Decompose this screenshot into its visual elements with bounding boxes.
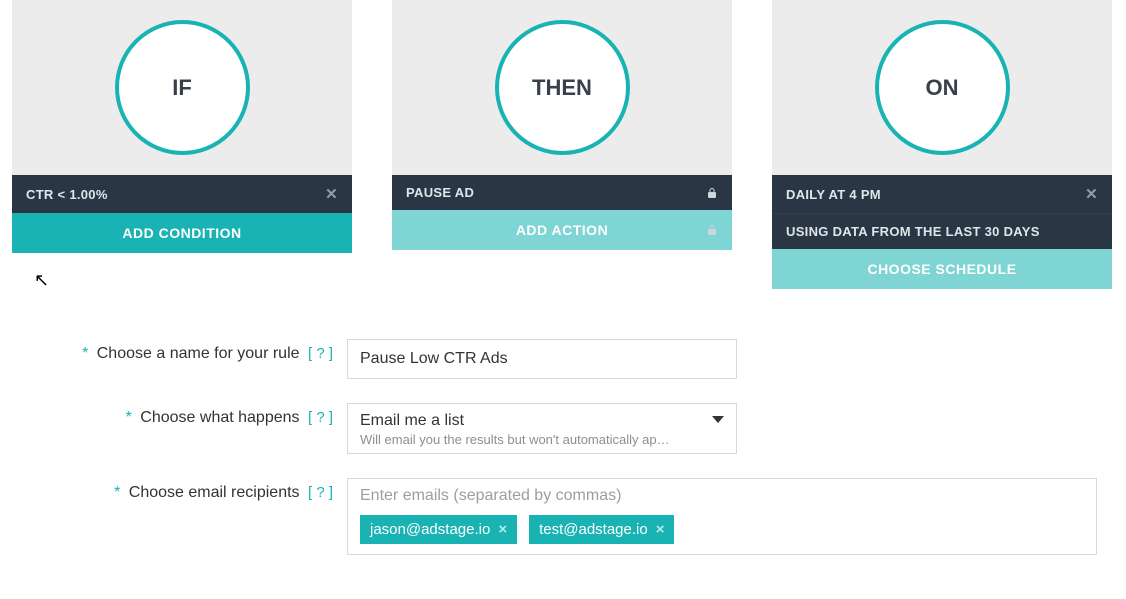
close-icon[interactable]: × bbox=[656, 521, 665, 538]
row-email-recipients: * Choose email recipients [ ? ] Enter em… bbox=[12, 478, 1114, 555]
label-email-recipients: * Choose email recipients [ ? ] bbox=[12, 478, 347, 502]
label-what-happens-text: Choose what happens bbox=[140, 409, 299, 426]
lock-icon bbox=[706, 224, 718, 236]
on-datawindow-bar[interactable]: USING DATA FROM THE LAST 30 DAYS bbox=[772, 213, 1112, 249]
if-circle-label: IF bbox=[172, 75, 192, 101]
if-circle: IF bbox=[115, 20, 250, 155]
email-chip[interactable]: jason@adstage.io × bbox=[360, 515, 517, 544]
card-then: THEN PAUSE AD ADD ACTION bbox=[392, 0, 732, 250]
then-circle-label: THEN bbox=[532, 75, 592, 101]
add-condition-button[interactable]: ADD CONDITION bbox=[12, 213, 352, 253]
on-circle: ON bbox=[875, 20, 1010, 155]
form-area: * Choose a name for your rule [ ? ] * Ch… bbox=[0, 339, 1126, 599]
lock-icon bbox=[706, 187, 718, 199]
card-then-top: THEN bbox=[392, 0, 732, 175]
row-what-happens: * Choose what happens [ ? ] Email me a l… bbox=[12, 403, 1114, 454]
what-happens-value: Email me a list bbox=[360, 412, 724, 430]
add-action-button[interactable]: ADD ACTION bbox=[392, 210, 732, 250]
if-condition-text: CTR < 1.00% bbox=[26, 187, 108, 202]
email-chip-text: test@adstage.io bbox=[539, 521, 648, 538]
email-placeholder: Enter emails (separated by commas) bbox=[360, 487, 1084, 505]
chevron-down-icon bbox=[712, 416, 724, 423]
card-on-top: ON bbox=[772, 0, 1112, 175]
email-recipients-input[interactable]: Enter emails (separated by commas) jason… bbox=[347, 478, 1097, 555]
if-condition-bar[interactable]: CTR < 1.00% ✕ bbox=[12, 175, 352, 213]
what-happens-select[interactable]: Email me a list Will email you the resul… bbox=[347, 403, 737, 454]
required-marker: * bbox=[82, 345, 88, 362]
help-icon[interactable]: [ ? ] bbox=[308, 409, 333, 426]
cards-row: IF CTR < 1.00% ✕ ADD CONDITION THEN PAUS… bbox=[0, 0, 1126, 289]
add-action-label: ADD ACTION bbox=[516, 222, 608, 238]
then-action-text: PAUSE AD bbox=[406, 185, 474, 200]
required-marker: * bbox=[126, 409, 132, 426]
on-datawindow-text: USING DATA FROM THE LAST 30 DAYS bbox=[786, 224, 1040, 239]
required-marker: * bbox=[114, 484, 120, 501]
row-rule-name: * Choose a name for your rule [ ? ] bbox=[12, 339, 1114, 379]
help-icon[interactable]: [ ? ] bbox=[308, 484, 333, 501]
on-circle-label: ON bbox=[926, 75, 959, 101]
close-icon[interactable]: ✕ bbox=[325, 185, 338, 203]
card-if: IF CTR < 1.00% ✕ ADD CONDITION bbox=[12, 0, 352, 253]
help-icon[interactable]: [ ? ] bbox=[308, 345, 333, 362]
card-if-top: IF bbox=[12, 0, 352, 175]
label-rule-name: * Choose a name for your rule [ ? ] bbox=[12, 339, 347, 363]
close-icon[interactable]: ✕ bbox=[1085, 185, 1098, 203]
rule-name-input[interactable] bbox=[347, 339, 737, 379]
email-chips: jason@adstage.io × test@adstage.io × bbox=[360, 515, 1084, 544]
label-rule-name-text: Choose a name for your rule bbox=[97, 345, 300, 362]
email-chip[interactable]: test@adstage.io × bbox=[529, 515, 674, 544]
choose-schedule-label: CHOOSE SCHEDULE bbox=[867, 261, 1016, 277]
choose-schedule-button[interactable]: CHOOSE SCHEDULE bbox=[772, 249, 1112, 289]
what-happens-hint: Will email you the results but won't aut… bbox=[360, 432, 724, 447]
add-condition-label: ADD CONDITION bbox=[122, 225, 241, 241]
label-email-recipients-text: Choose email recipients bbox=[129, 484, 300, 501]
email-chip-text: jason@adstage.io bbox=[370, 521, 490, 538]
then-action-bar[interactable]: PAUSE AD bbox=[392, 175, 732, 210]
then-circle: THEN bbox=[495, 20, 630, 155]
on-schedule-text: DAILY AT 4 PM bbox=[786, 187, 881, 202]
label-what-happens: * Choose what happens [ ? ] bbox=[12, 403, 347, 427]
on-schedule-bar[interactable]: DAILY AT 4 PM ✕ bbox=[772, 175, 1112, 213]
close-icon[interactable]: × bbox=[498, 521, 507, 538]
card-on: ON DAILY AT 4 PM ✕ USING DATA FROM THE L… bbox=[772, 0, 1112, 289]
